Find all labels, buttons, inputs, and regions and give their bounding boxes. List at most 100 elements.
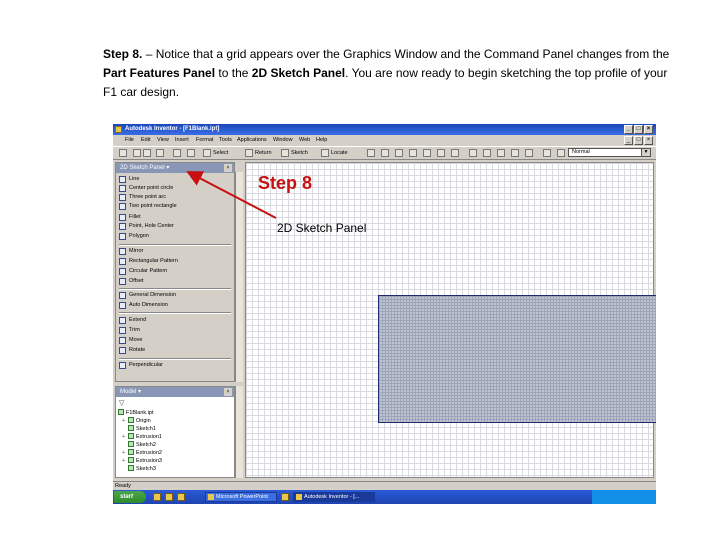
doc-close-icon[interactable]: × xyxy=(644,136,653,145)
zoom-selected-icon[interactable] xyxy=(423,149,431,157)
tree-label: Sketch2 xyxy=(136,442,156,448)
tree-item-origin[interactable]: + Origin xyxy=(122,417,151,425)
tool-center-point-circle[interactable]: Center point circle xyxy=(119,184,173,193)
locate-icon[interactable] xyxy=(321,149,329,157)
maximize-icon[interactable]: □ xyxy=(634,125,643,134)
menu-web[interactable]: Web xyxy=(299,137,310,143)
tool-circular-pattern[interactable]: Circular Pattern xyxy=(119,267,167,276)
redo-icon[interactable] xyxy=(187,149,195,157)
menu-tools[interactable]: Tools xyxy=(219,137,232,143)
tool-polygon[interactable]: Polygon xyxy=(119,232,149,241)
doc-restore-icon[interactable]: □ xyxy=(634,136,643,145)
tool-label: Line xyxy=(129,176,140,182)
menu-window[interactable]: Window xyxy=(273,137,293,143)
return-icon[interactable] xyxy=(245,149,253,157)
tool-fillet[interactable]: Fillet xyxy=(119,213,141,222)
select-icon[interactable] xyxy=(203,149,211,157)
window-title: Autodesk Inventor - [F1Blank.ipt] xyxy=(125,126,220,132)
tool-trim[interactable]: Trim xyxy=(119,326,140,335)
locate-button-label[interactable]: Locate xyxy=(331,150,348,156)
zoom-window-icon[interactable] xyxy=(381,149,389,157)
tool-three-point-arc[interactable]: Three point arc xyxy=(119,193,166,202)
style-dropdown[interactable]: Normal ▼ xyxy=(568,148,651,157)
browser-scrollbar[interactable] xyxy=(235,386,243,478)
section-view-icon[interactable] xyxy=(511,149,519,157)
polygon-icon xyxy=(119,233,126,240)
task-inventor[interactable]: Autodesk Inventor - [... xyxy=(293,492,375,502)
shaded-display-icon[interactable] xyxy=(469,149,477,157)
quicklaunch-icon[interactable] xyxy=(153,493,161,501)
tool-label: Center point circle xyxy=(129,185,174,191)
doc-minimize-icon[interactable]: _ xyxy=(624,136,633,145)
tool-move[interactable]: Move xyxy=(119,336,142,345)
sketch-panel-header[interactable]: 2D Sketch Panel ▾ × xyxy=(116,163,234,173)
sketch-button-label[interactable]: Sketch xyxy=(291,150,308,156)
zoom-icon[interactable] xyxy=(395,149,403,157)
model-browser-header[interactable]: Model ▾ × xyxy=(116,387,234,397)
task-powerpoint[interactable]: Microsoft PowerPoint xyxy=(205,492,277,502)
sketch-icon xyxy=(128,441,134,447)
tree-item-extrusion1[interactable]: + Extrusion1 xyxy=(122,433,162,441)
tool-point-hole-center[interactable]: Point, Hole Center xyxy=(119,222,174,231)
sketch-icon[interactable] xyxy=(281,149,289,157)
save-copy-icon[interactable] xyxy=(156,149,164,157)
menu-format[interactable]: Format xyxy=(196,137,213,143)
menu-insert[interactable]: Insert xyxy=(175,137,189,143)
quicklaunch-icon[interactable] xyxy=(177,493,185,501)
menu-applications[interactable]: Applications xyxy=(237,137,267,143)
style-icon[interactable] xyxy=(557,149,565,157)
camera-icon[interactable] xyxy=(483,149,491,157)
look-at-icon[interactable] xyxy=(451,149,459,157)
tree-item-sketch2[interactable]: Sketch2 xyxy=(128,441,156,449)
task-icon[interactable] xyxy=(281,493,289,501)
browser-close-icon[interactable]: × xyxy=(224,388,232,396)
tree-item-extrusion3[interactable]: + Extrusion3 xyxy=(122,457,162,465)
start-button[interactable]: start xyxy=(114,491,146,503)
tree-item-sketch3[interactable]: Sketch3 xyxy=(128,465,156,473)
tree-item-extrusion2[interactable]: + Extrusion2 xyxy=(122,449,162,457)
tree-root[interactable]: F1Blank.ipt xyxy=(118,409,154,417)
sketch-grid-area[interactable] xyxy=(378,295,656,423)
tool-mirror[interactable]: Mirror xyxy=(119,247,143,256)
close-icon[interactable]: × xyxy=(644,125,653,134)
color-icon[interactable] xyxy=(543,149,551,157)
window-titlebar[interactable]: Autodesk Inventor - [F1Blank.ipt] _ □ × xyxy=(113,124,656,135)
filter-icon[interactable]: ▽ xyxy=(119,399,124,407)
tool-rectangular-pattern[interactable]: Rectangular Pattern xyxy=(119,257,178,266)
arc-icon xyxy=(119,194,126,201)
menu-edit[interactable]: Edit xyxy=(141,137,150,143)
select-button-label[interactable]: Select xyxy=(213,150,228,156)
minimize-icon[interactable]: _ xyxy=(624,125,633,134)
chevron-down-icon[interactable]: ▼ xyxy=(641,149,650,156)
tool-rotate[interactable]: Rotate xyxy=(119,346,145,355)
shadow-icon[interactable] xyxy=(497,149,505,157)
panel-close-icon[interactable]: × xyxy=(224,164,232,172)
rectangular-pattern-icon xyxy=(119,258,126,265)
tool-two-point-rectangle[interactable]: Two point rectangle xyxy=(119,202,177,211)
zoom-all-icon[interactable] xyxy=(367,149,375,157)
return-button-label[interactable]: Return xyxy=(255,150,272,156)
panel-scrollbar[interactable] xyxy=(235,172,243,382)
tool-label: Fillet xyxy=(129,214,141,220)
menu-view[interactable]: View xyxy=(157,137,169,143)
new-file-icon[interactable] xyxy=(119,149,127,157)
tool-auto-dimension[interactable]: Auto Dimension xyxy=(119,301,168,310)
tool-extend[interactable]: Extend xyxy=(119,316,146,325)
tool-general-dimension[interactable]: General Dimension xyxy=(119,291,176,300)
tree-label: Extrusion1 xyxy=(136,434,162,440)
tool-offset[interactable]: Offset xyxy=(119,277,144,286)
menu-help[interactable]: Help xyxy=(316,137,327,143)
sketch-panel-title: 2D Sketch Panel xyxy=(120,165,165,171)
quicklaunch-icon[interactable] xyxy=(165,493,173,501)
pan-icon[interactable] xyxy=(409,149,417,157)
tree-item-sketch1[interactable]: Sketch1 xyxy=(128,425,156,433)
tool-line[interactable]: Line xyxy=(119,175,139,184)
rotate-icon[interactable] xyxy=(437,149,445,157)
open-file-icon[interactable] xyxy=(133,149,141,157)
help-icon[interactable] xyxy=(525,149,533,157)
graphics-window[interactable] xyxy=(245,162,656,504)
tool-perpendicular[interactable]: Perpendicular xyxy=(119,361,163,370)
undo-icon[interactable] xyxy=(173,149,181,157)
menu-file[interactable]: File xyxy=(125,137,134,143)
save-icon[interactable] xyxy=(143,149,151,157)
